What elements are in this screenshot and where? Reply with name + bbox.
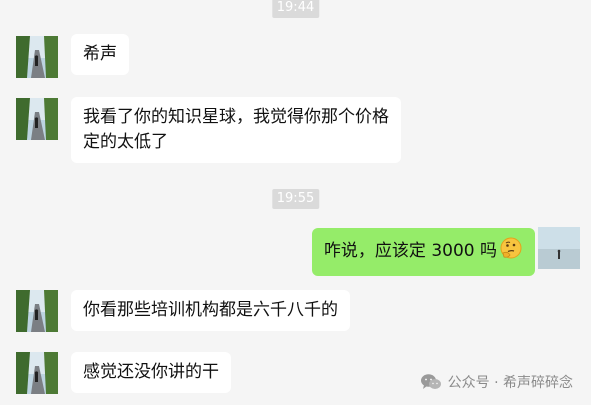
message-text: 咋说，应该定 3000 吗	[323, 241, 497, 261]
contact-avatar[interactable]	[16, 290, 58, 332]
avatar-road-photo-icon	[16, 290, 58, 332]
timestamp: 19:55	[271, 189, 320, 209]
contact-avatar[interactable]	[16, 36, 58, 78]
message-bubble[interactable]: 感觉还没你讲的干	[71, 352, 231, 393]
wechat-icon	[420, 374, 441, 389]
thinking-face-icon	[499, 236, 523, 268]
avatar-road-photo-icon	[16, 98, 58, 140]
contact-avatar[interactable]	[16, 98, 58, 140]
message-bubble[interactable]: 你看那些培训机构都是六千八千的	[71, 290, 350, 331]
message-text: 希声	[83, 44, 117, 64]
watermark: 公众号 · 希声碎碎念	[420, 372, 573, 392]
message-text-line: 定的太低了	[83, 132, 168, 152]
avatar-beach-photo-icon	[538, 227, 580, 269]
message-bubble-self[interactable]: 咋说，应该定 3000 吗	[311, 228, 535, 276]
contact-avatar[interactable]	[16, 352, 58, 394]
timestamp: 19:44	[271, 0, 320, 18]
self-avatar[interactable]	[538, 227, 580, 269]
message-bubble[interactable]: 希声	[71, 34, 129, 75]
message-bubble[interactable]: 我看了你的知识星球，我觉得你那个价格 定的太低了	[71, 97, 401, 163]
avatar-road-photo-icon	[16, 352, 58, 394]
message-text-line: 我看了你的知识星球，我觉得你那个价格	[83, 107, 389, 127]
watermark-text: 公众号 · 希声碎碎念	[447, 375, 573, 391]
avatar-road-photo-icon	[16, 36, 58, 78]
message-text: 你看那些培训机构都是六千八千的	[83, 300, 338, 320]
message-text: 感觉还没你讲的干	[83, 362, 219, 382]
